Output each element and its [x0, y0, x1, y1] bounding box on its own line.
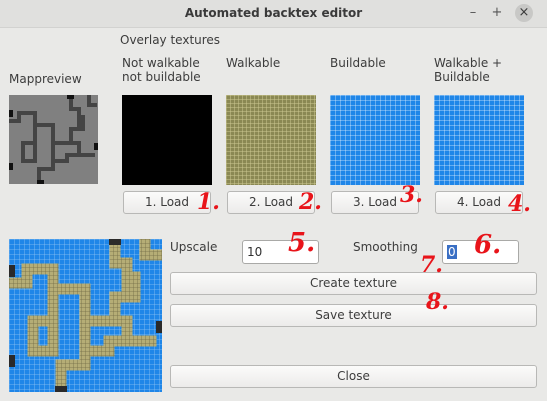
title-bar: Automated backtex editor – + ×: [0, 0, 547, 28]
texture-label-walkable: Walkable: [226, 56, 281, 70]
upscale-label: Upscale: [170, 240, 218, 254]
close-button[interactable]: Close: [170, 365, 537, 388]
smoothing-value: 0: [447, 245, 457, 259]
annotation-3: 3.: [400, 182, 423, 208]
texture-result-preview: [9, 239, 162, 392]
smoothing-label: Smoothing: [353, 240, 418, 254]
texture-swatch-not-walkable: [122, 95, 212, 185]
upscale-value: 10: [247, 245, 263, 259]
map-preview-thumbnail: [9, 95, 98, 184]
texture-swatch-walkable-buildable: [434, 95, 524, 185]
texture-swatch-buildable: [330, 95, 420, 185]
texture-label-not-walkable: Not walkable not buildable: [122, 56, 201, 84]
minimize-icon[interactable]: –: [463, 3, 483, 23]
maximize-icon[interactable]: +: [487, 3, 507, 23]
texture-label-buildable: Buildable: [330, 56, 386, 70]
texture-label-walkable-buildable: Walkable + Buildable: [434, 56, 503, 84]
annotation-4: 4.: [508, 191, 531, 217]
create-texture-button[interactable]: Create texture: [170, 272, 537, 295]
save-texture-button[interactable]: Save texture: [170, 304, 537, 327]
mappreview-label: Mappreview: [9, 72, 82, 86]
annotation-6: 6.: [474, 230, 502, 260]
annotation-1: 1.: [197, 189, 220, 215]
annotation-8: 8.: [426, 289, 449, 315]
close-window-icon[interactable]: ×: [515, 4, 533, 22]
overlay-textures-heading: Overlay textures: [120, 33, 221, 47]
annotation-5: 5.: [288, 228, 316, 258]
annotation-2: 2.: [299, 189, 322, 215]
annotation-7: 7.: [420, 252, 443, 278]
texture-swatch-walkable: [226, 95, 316, 185]
